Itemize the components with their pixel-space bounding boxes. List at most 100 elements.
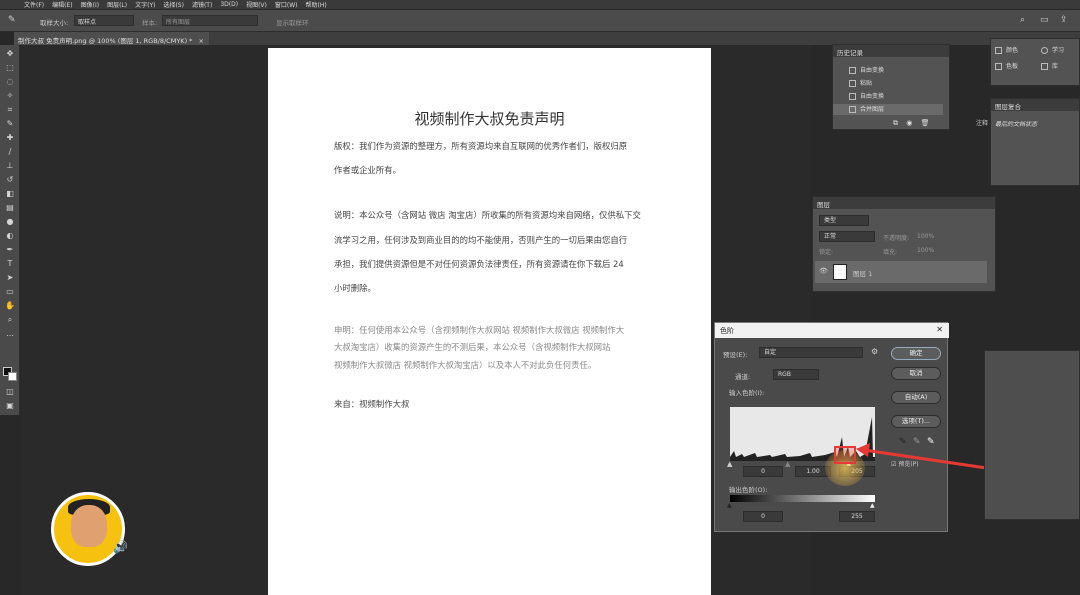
channel-select[interactable]: RGB bbox=[773, 369, 819, 380]
menu-edit[interactable]: 编辑(E) bbox=[52, 0, 72, 9]
output-levels-label: 输出色阶(O): bbox=[729, 486, 768, 494]
layers-panel: 图层 类型 正常 不透明度: 100% 锁定: 填充: 100% 👁 图层 1 bbox=[812, 196, 996, 292]
lightbulb-icon bbox=[1041, 47, 1048, 54]
learn-tab[interactable]: 学习 bbox=[1041, 45, 1064, 56]
type-tool-icon[interactable]: T bbox=[4, 259, 16, 269]
history-item-label: 自由变换 bbox=[860, 93, 885, 100]
workspace-icon[interactable]: ▭ bbox=[1040, 15, 1049, 25]
move-tool-icon[interactable]: ✥ bbox=[4, 49, 16, 59]
swatches-tab-label: 色板 bbox=[1006, 63, 1019, 70]
notice-line-2: 流学习之用，任何涉及到商业目的的均不能使用，否则产生的一切后果由您自行 bbox=[334, 235, 628, 245]
eraser-tool-icon[interactable]: ◧ bbox=[4, 189, 16, 199]
close-icon[interactable]: × bbox=[199, 37, 204, 45]
input-black-field[interactable]: 0 bbox=[743, 466, 783, 477]
menu-image[interactable]: 图像(I) bbox=[81, 0, 99, 9]
document-tab[interactable]: 制作大叔 免责声明.png @ 100% (图层 1, RGB/8/CMYK) … bbox=[14, 32, 209, 45]
zoom-tool-icon[interactable]: ⌕ bbox=[4, 315, 16, 325]
visibility-eye-icon[interactable]: 👁 bbox=[819, 267, 828, 275]
layers-panel-title: 图层 bbox=[813, 197, 995, 209]
quick-mask-icon[interactable]: ◫ bbox=[4, 387, 16, 397]
magic-wand-icon[interactable]: ✧ bbox=[4, 91, 16, 101]
layer-filter-select[interactable]: 类型 bbox=[819, 215, 869, 226]
menu-layer[interactable]: 图层(L) bbox=[107, 0, 127, 9]
history-actions: ⧉ ◉ 🗑 bbox=[893, 119, 929, 130]
lasso-tool-icon[interactable]: ◌ bbox=[4, 77, 16, 87]
search-icon[interactable]: ⌕ bbox=[1020, 15, 1025, 25]
document-canvas[interactable]: 视频制作大叔免责声明 版权：我们作为资源的整理方，所有资源均来自互联网的优秀作者… bbox=[268, 48, 711, 595]
auto-button[interactable]: 自动(A) bbox=[891, 391, 941, 404]
output-black-slider[interactable]: ▲ bbox=[727, 502, 732, 509]
menu-select[interactable]: 选择(S) bbox=[163, 0, 184, 9]
layer-name[interactable]: 图层 1 bbox=[853, 268, 872, 278]
background-color-swatch[interactable] bbox=[8, 372, 17, 381]
document-tab-title: 制作大叔 免责声明.png @ 100% (图层 1, RGB/8/CMYK) … bbox=[18, 37, 193, 45]
blend-mode-select[interactable]: 正常 bbox=[819, 231, 875, 242]
crop-tool-icon[interactable]: ⌗ bbox=[4, 105, 16, 115]
layer-comps-hint: 最后的文档状态 bbox=[995, 121, 1038, 128]
menu-window[interactable]: 窗口(W) bbox=[275, 0, 298, 9]
eyedropper-icon[interactable]: ✎ bbox=[8, 15, 16, 25]
gamma-input-slider[interactable]: ▲ bbox=[785, 460, 790, 468]
avatar-face bbox=[71, 505, 107, 547]
gear-icon[interactable]: ⚙ bbox=[871, 347, 878, 356]
more-tools-icon[interactable]: … bbox=[4, 329, 16, 339]
output-white-slider[interactable]: ▲ bbox=[870, 502, 875, 509]
history-item-active[interactable]: 合并图层 bbox=[833, 104, 943, 115]
options-button[interactable]: 选项(T)... bbox=[891, 415, 941, 428]
pen-tool-icon[interactable]: ✒ bbox=[4, 245, 16, 255]
healing-tool-icon[interactable]: ✚ bbox=[4, 133, 16, 143]
sample-select[interactable]: 所有图层 bbox=[162, 15, 258, 26]
hand-tool-icon[interactable]: ✋ bbox=[4, 301, 16, 311]
sample-size-select[interactable]: 取样点 bbox=[74, 15, 134, 26]
menu-file[interactable]: 文件(F) bbox=[24, 0, 44, 9]
library-tab[interactable]: 库 bbox=[1041, 61, 1058, 72]
tools-panel: ✥ ⬚ ◌ ✧ ⌗ ✎ ✚ ∕ ⊥ ↺ ◧ ▤ ● ◐ ✒ T ➤ ▭ ✋ ⌕ … bbox=[0, 45, 20, 415]
history-item[interactable]: 自由变换 bbox=[833, 91, 943, 102]
preset-select[interactable]: 自定 bbox=[759, 347, 863, 358]
swatches-tab[interactable]: 色板 bbox=[995, 61, 1018, 72]
path-select-icon[interactable]: ➤ bbox=[4, 273, 16, 283]
ok-button[interactable]: 确定 bbox=[891, 347, 941, 360]
dodge-tool-icon[interactable]: ◐ bbox=[4, 231, 16, 241]
menu-filter[interactable]: 滤镜(T) bbox=[192, 0, 212, 9]
color-tab[interactable]: 颜色 bbox=[995, 45, 1018, 56]
share-icon[interactable]: ⇪ bbox=[1060, 15, 1068, 25]
fill-value[interactable]: 100% bbox=[917, 247, 934, 254]
history-item[interactable]: 自由变换 bbox=[833, 65, 943, 76]
trash-icon[interactable]: 🗑 bbox=[921, 119, 930, 127]
menu-view[interactable]: 视图(V) bbox=[246, 0, 267, 9]
marquee-tool-icon[interactable]: ⬚ bbox=[4, 63, 16, 73]
notes-tab[interactable]: 注释 bbox=[976, 118, 988, 127]
layer-comps-panel: 图层复合 最后的文档状态 bbox=[990, 98, 1080, 186]
history-state-icon bbox=[849, 93, 856, 100]
output-white-field[interactable]: 255 bbox=[839, 511, 875, 522]
history-item-label: 粘贴 bbox=[860, 80, 873, 87]
brush-tool-icon[interactable]: ∕ bbox=[4, 147, 16, 157]
stamp-tool-icon[interactable]: ⊥ bbox=[4, 161, 16, 171]
menu-type[interactable]: 文字(Y) bbox=[135, 0, 155, 9]
library-tab-label: 库 bbox=[1052, 63, 1059, 70]
output-black-field[interactable]: 0 bbox=[743, 511, 783, 522]
eyedropper-tool-icon[interactable]: ✎ bbox=[4, 119, 16, 129]
sample-size-label: 取样大小: bbox=[40, 19, 69, 27]
sample-label: 样本: bbox=[142, 19, 158, 27]
menu-3d[interactable]: 3D(D) bbox=[220, 1, 238, 8]
camera-icon[interactable]: ◉ bbox=[906, 119, 912, 127]
shape-tool-icon[interactable]: ▭ bbox=[4, 287, 16, 297]
levels-title-text: 色阶 bbox=[720, 327, 734, 335]
screen-mode-icon[interactable]: ▣ bbox=[4, 401, 16, 411]
opacity-value[interactable]: 100% bbox=[917, 233, 934, 240]
close-icon[interactable]: ✕ bbox=[936, 325, 943, 334]
gradient-tool-icon[interactable]: ▤ bbox=[4, 203, 16, 213]
black-input-slider[interactable]: ▲ bbox=[727, 460, 732, 468]
notice-line-1: 说明：本公众号（含网站 微店 淘宝店）所收集的所有资源均来自网络，仅供私下交 bbox=[334, 210, 641, 220]
show-sampling-ring-checkbox[interactable]: 显示取样环 bbox=[276, 17, 309, 27]
channel-label: 通道: bbox=[735, 373, 751, 381]
cancel-button[interactable]: 取消 bbox=[891, 367, 941, 380]
blur-tool-icon[interactable]: ● bbox=[4, 217, 16, 227]
history-brush-icon[interactable]: ↺ bbox=[4, 175, 16, 185]
menu-help[interactable]: 帮助(H) bbox=[306, 0, 327, 9]
snapshot-icon[interactable]: ⧉ bbox=[893, 119, 898, 127]
layer-row[interactable]: 👁 图层 1 bbox=[815, 261, 987, 283]
history-item[interactable]: 粘贴 bbox=[833, 78, 943, 89]
